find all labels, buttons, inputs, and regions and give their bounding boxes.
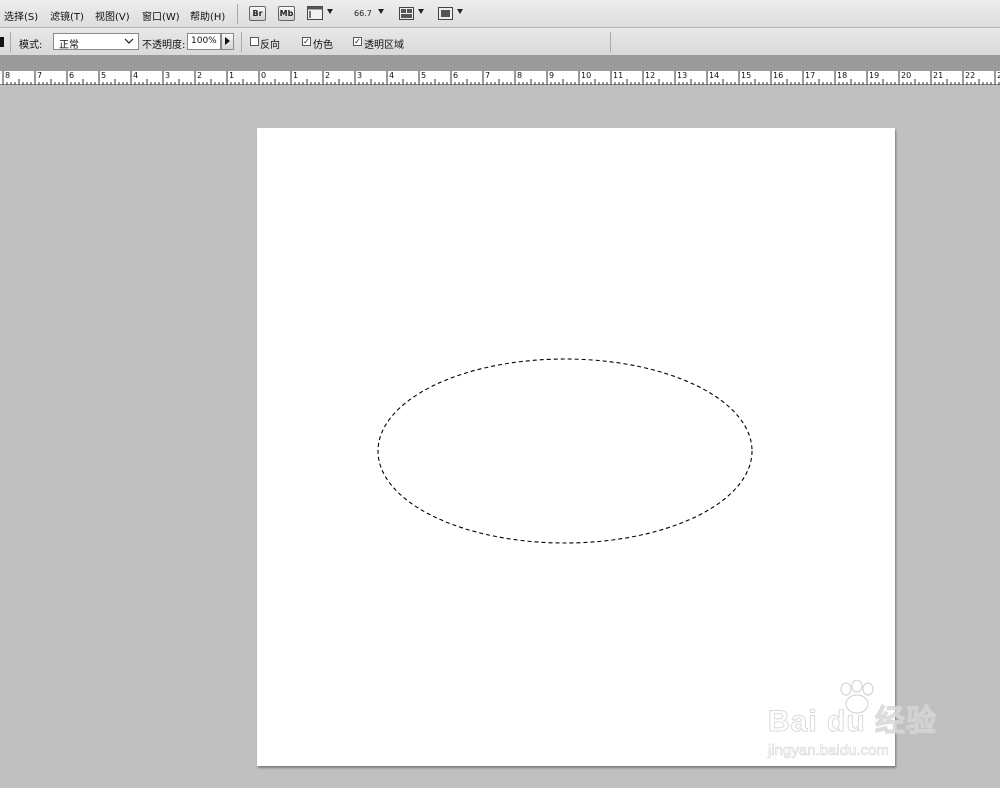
options-divider	[10, 32, 11, 52]
mode-value: 正常	[59, 40, 79, 51]
document-tab-bar	[0, 56, 1000, 71]
menu-select[interactable]: 选择(S)	[4, 8, 38, 23]
ruler-tick-label: 5	[421, 71, 426, 80]
arrange-chevron-down-icon[interactable]	[327, 9, 333, 14]
watermark-logo-text: Bai du 经验	[767, 705, 938, 739]
ruler-tick-label: 1	[293, 71, 298, 80]
menu-divider	[237, 4, 238, 24]
ruler-tick-label: 10	[581, 71, 591, 80]
ruler-tick-label: 3	[165, 71, 170, 80]
ruler-ticks: 8 7 6 5 4 3 2 1 0 1 2 3 4 5 6 7 8 9 10 11 12 13 14 15 16 17 18 19 20…	[2, 71, 1000, 85]
baidu-watermark: Bai du 经验 jingyan.baidu.com	[762, 680, 962, 770]
transparency-label: 透明区域	[364, 40, 404, 51]
ruler-tick-label: 8	[5, 71, 10, 80]
ruler-tick-label: 4	[389, 71, 394, 80]
ruler-tick-label: 13	[677, 71, 687, 80]
workspace-layout-icon[interactable]	[399, 7, 414, 20]
dither-checkbox[interactable]: ✓	[302, 37, 311, 46]
ruler-tick-label: 9	[549, 71, 554, 80]
ruler-tick-label: 15	[741, 71, 751, 80]
ruler-tick-label: 2	[197, 71, 202, 80]
ruler-tick-label: 8	[517, 71, 522, 80]
ruler-tick-label: 6	[69, 71, 74, 80]
options-bar: 模式: 正常 不透明度: 100% 反向 ✓ 仿色 ✓ 透明区域	[0, 28, 1000, 56]
ruler-tick-label: 12	[645, 71, 655, 80]
mini-bridge-button[interactable]: Mb	[278, 6, 295, 21]
dither-label: 仿色	[313, 40, 333, 51]
ruler-tick-label: 6	[453, 71, 458, 80]
menu-bar: 选择(S) 滤镜(T) 视图(V) 窗口(W) 帮助(H) Br Mb 66.7	[0, 0, 1000, 28]
ruler-tick-label: 21	[933, 71, 943, 80]
ruler-tick-label: 5	[101, 71, 106, 80]
ruler-tick-label: 4	[133, 71, 138, 80]
horizontal-ruler[interactable]: 8 7 6 5 4 3 2 1 0 1 2 3 4 5 6 7 8 9 10 11 12 13 14 15 16 17 18 19 20…	[0, 71, 1000, 85]
watermark-url: jingyan.baidu.com	[768, 742, 890, 760]
transparency-checkbox[interactable]: ✓	[353, 37, 362, 46]
ruler-tick-label: 2	[325, 71, 330, 80]
screen-mode-icon[interactable]	[438, 7, 453, 20]
zoom-chevron-down-icon[interactable]	[378, 9, 384, 14]
ruler-tick-label: 1	[229, 71, 234, 80]
ruler-tick-label: 22	[965, 71, 975, 80]
screen-mode-chevron-down-icon[interactable]	[457, 9, 463, 14]
options-divider	[241, 32, 242, 52]
arrange-icon[interactable]	[307, 6, 323, 20]
ruler-tick-label: 16	[773, 71, 783, 80]
ruler-tick-label: 17	[805, 71, 815, 80]
ruler-tick-label: 14	[709, 71, 719, 80]
ruler-tick-label: 7	[37, 71, 42, 80]
reverse-label: 反向	[260, 40, 280, 51]
ruler-tick-label: 7	[485, 71, 490, 80]
triangle-right-icon	[225, 37, 230, 45]
bridge-button[interactable]: Br	[249, 6, 266, 21]
ellipse-selection-marquee[interactable]	[257, 128, 895, 766]
ruler-tick-label: 19	[869, 71, 879, 80]
opacity-value: 100%	[191, 36, 217, 46]
options-divider	[610, 32, 611, 52]
ruler-tick-label: 0	[261, 71, 266, 80]
menu-help[interactable]: 帮助(H)	[190, 8, 225, 23]
zoom-level[interactable]: 66.7	[354, 9, 372, 18]
menu-filter[interactable]: 滤镜(T)	[50, 8, 84, 23]
ruler-tick-label: 18	[837, 71, 847, 80]
reverse-checkbox[interactable]	[250, 37, 259, 46]
ruler-tick-label: 20	[901, 71, 911, 80]
mode-label: 模式:	[19, 40, 43, 51]
opacity-label: 不透明度:	[142, 40, 186, 51]
chevron-down-icon	[124, 38, 134, 44]
menu-view[interactable]: 视图(V)	[95, 8, 130, 23]
layout-chevron-down-icon[interactable]	[418, 9, 424, 14]
opacity-field[interactable]: 100%	[187, 33, 221, 50]
ruler-tick-label: 3	[357, 71, 362, 80]
ruler-tick-label: 11	[613, 71, 623, 80]
menu-window[interactable]: 窗口(W)	[142, 8, 180, 23]
mode-select[interactable]: 正常	[53, 33, 139, 51]
opacity-slider-button[interactable]	[221, 33, 234, 50]
tool-preset-icon[interactable]	[0, 37, 4, 47]
